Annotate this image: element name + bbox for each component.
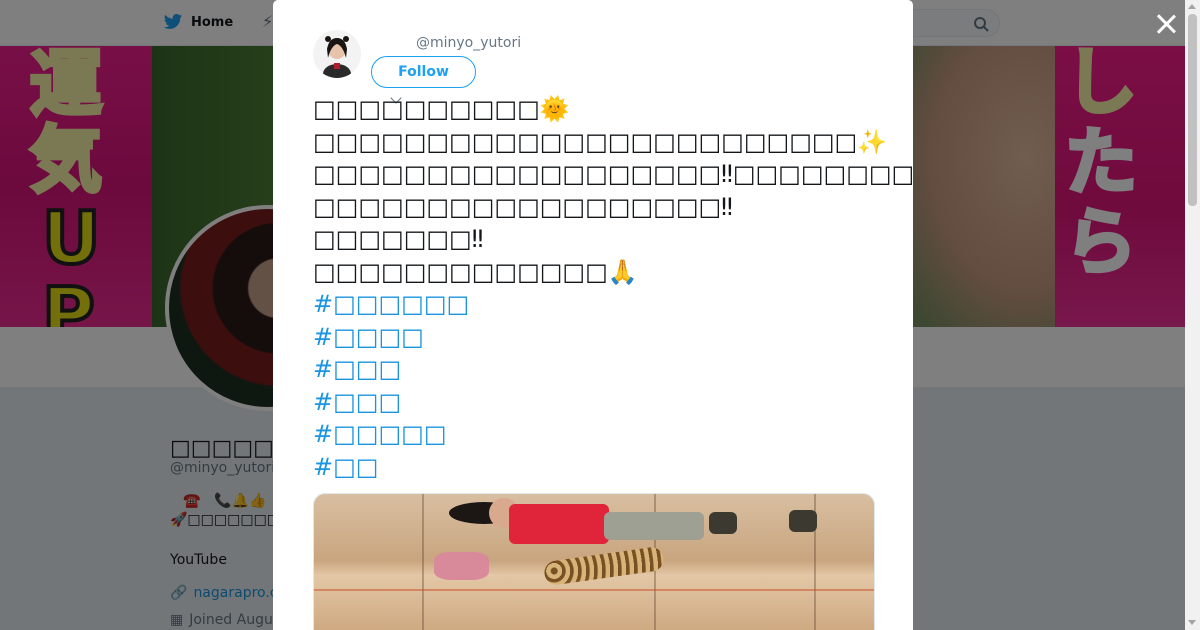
tweet-text-line: □□□□□□□□□□□□□🙏 [313, 257, 638, 286]
page-scrollbar[interactable] [1185, 0, 1200, 630]
photo-leopard-cloth [542, 545, 666, 587]
tweet-text-line: □□□□□□□□□□□□□□□□□□‼ [313, 192, 733, 221]
tweet-text-line: □□□□□□□‼ [313, 225, 484, 253]
mirror-edge [422, 494, 424, 630]
follow-button[interactable]: Follow [371, 56, 476, 88]
photo-subject-shoe [789, 510, 817, 532]
photo-subject-shirt [509, 504, 609, 544]
tweet-text: □□□□□□□□□□🌞 □□□□□□□□□□□□□□□□□□□□□□□□✨ □□… [313, 93, 913, 483]
tweet-author-avatar[interactable] [313, 30, 361, 78]
tweet-text-line: □□□□□□□□□□🌞 [313, 95, 570, 123]
floor-edge [314, 589, 874, 591]
photo-subject-shoe [709, 512, 737, 534]
tweet-photo[interactable] [313, 493, 875, 630]
hashtag-link[interactable]: #□□□ [313, 353, 913, 386]
scroll-up-arrow-icon[interactable] [1188, 4, 1196, 9]
hashtag-link[interactable]: #□□□□□□ [313, 288, 913, 321]
hashtag-link[interactable]: #□□□□□ [313, 418, 913, 451]
hashtag-link[interactable]: #□□□ [313, 386, 913, 419]
tweet-text-line: □□□□□□□□□□□□□□□□□□‼□□□□□□□□□□□□□…(´⊙ω⊙`) [313, 160, 913, 188]
photo-subject-legs [604, 512, 704, 540]
tweet-modal: @minyo_yutori Follow □□□□□□□□□□🌞 □□□□□□□… [273, 0, 913, 630]
avatar-illustration [313, 30, 361, 78]
close-icon[interactable] [1153, 11, 1179, 37]
tweet-text-line: □□□□□□□□□□□□□□□□□□□□□□□□✨ [313, 127, 888, 156]
scroll-down-arrow-icon[interactable] [1188, 620, 1196, 625]
photo-pink-cloth [434, 552, 489, 580]
hashtag-link[interactable]: #□□□□ [313, 321, 913, 354]
tweet-author-handle[interactable]: @minyo_yutori [416, 35, 521, 51]
scroll-thumb[interactable] [1188, 14, 1197, 206]
hashtag-link[interactable]: #□□ [313, 451, 913, 484]
